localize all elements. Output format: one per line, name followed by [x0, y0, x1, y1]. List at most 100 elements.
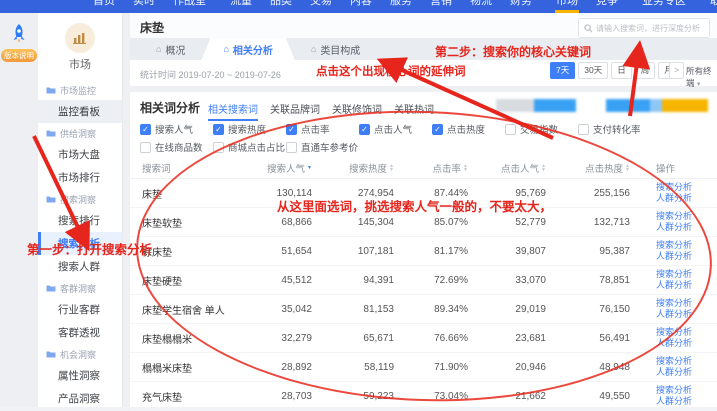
- col-search-popularity[interactable]: 搜索人气 ▼: [242, 161, 324, 175]
- filter-checkbox[interactable]: 商城点击占比: [213, 140, 286, 154]
- related-word-tab[interactable]: 关联品牌词: [270, 101, 320, 121]
- filter-checkbox[interactable]: 搜索热度: [213, 122, 286, 136]
- nav-item[interactable]: 物流: [461, 0, 501, 13]
- date-range-label: 日: [617, 65, 626, 75]
- nav-item[interactable]: 交易: [301, 0, 341, 13]
- crowd-analysis-link[interactable]: 人群分析: [656, 309, 705, 320]
- sidebar-entry[interactable]: 市场监控: [38, 80, 122, 100]
- search-analysis-link[interactable]: 搜索分析: [656, 269, 705, 280]
- search-popularity-cell: 32,279: [242, 333, 324, 344]
- nav-item[interactable]: 竞争: [587, 0, 627, 13]
- nav-item[interactable]: 市场: [547, 0, 587, 13]
- legend-segment: [650, 99, 662, 112]
- filter-checkbox[interactable]: 支付转化率: [578, 122, 651, 136]
- search-analysis-link[interactable]: 搜索分析: [656, 211, 705, 222]
- related-word-tab[interactable]: 关联热词: [394, 101, 434, 121]
- folder-icon: [46, 284, 56, 292]
- sort-icon: ▲▼: [625, 164, 630, 172]
- crowd-analysis-link[interactable]: 人群分析: [656, 222, 705, 233]
- crowd-analysis-link[interactable]: 人群分析: [656, 193, 705, 204]
- search-input[interactable]: 请输入搜索词，进行深度分析: [578, 18, 710, 38]
- related-word-tab-label: 关联品牌词: [270, 105, 320, 116]
- filter-checkbox[interactable]: 点击人气: [359, 122, 432, 136]
- nav-item[interactable]: 营销: [421, 0, 461, 13]
- sidebar-entry[interactable]: 市场排行: [38, 166, 122, 189]
- col-search-heat[interactable]: 搜索热度 ▲▼: [324, 161, 406, 175]
- nav-item-label: 服务: [390, 0, 412, 7]
- terminal-dropdown[interactable]: 所有终端 ▾: [686, 65, 717, 89]
- nav-item[interactable]: 业务专区: [633, 0, 695, 13]
- nav-item[interactable]: 取数: [701, 0, 717, 13]
- sidebar-entry-label: 机会洞察: [60, 348, 96, 361]
- sidebar-entry[interactable]: 机会洞察: [38, 344, 122, 364]
- checkbox-icon: [213, 142, 224, 153]
- search-analysis-link[interactable]: 搜索分析: [656, 356, 705, 367]
- crowd-analysis-link[interactable]: 人群分析: [656, 367, 705, 378]
- nav-item[interactable]: 服务: [381, 0, 421, 13]
- nav-item[interactable]: 流量: [221, 0, 261, 13]
- date-range-button[interactable]: 周: [635, 62, 656, 79]
- sidebar-entry[interactable]: 客群洞察: [38, 278, 122, 298]
- sidebar: 市场 市场监控 监控看板 供给洞察: [38, 13, 123, 407]
- nav-item[interactable]: 首页: [84, 0, 124, 13]
- crowd-analysis-link[interactable]: 人群分析: [656, 396, 705, 407]
- sidebar-entry[interactable]: 监控看板: [38, 100, 122, 123]
- nav-item[interactable]: 实时: [124, 0, 164, 13]
- search-analysis-link[interactable]: 搜索分析: [656, 327, 705, 338]
- search-analysis-link[interactable]: 搜索分析: [656, 298, 705, 309]
- actions-cell: 搜索分析 人群分析: [642, 240, 705, 262]
- crowd-analysis-link[interactable]: 人群分析: [656, 280, 705, 291]
- crowd-analysis-link[interactable]: 人群分析: [656, 338, 705, 349]
- related-word-tab[interactable]: 相关搜索词: [208, 101, 258, 121]
- click-popularity-cell: 23,681: [480, 333, 558, 344]
- nav-item-label: 品类: [270, 0, 292, 7]
- crowd-analysis-link[interactable]: 人群分析: [656, 251, 705, 262]
- search-analysis-link[interactable]: 搜索分析: [656, 182, 705, 193]
- market-module-icon[interactable]: [65, 23, 95, 53]
- sidebar-entry[interactable]: 市场大盘: [38, 143, 122, 166]
- click-popularity-cell: 21,662: [480, 391, 558, 402]
- filter-checkbox[interactable]: 直通车参考价: [286, 140, 359, 154]
- sidebar-entry[interactable]: 搜索洞察: [38, 189, 122, 209]
- filter-checkbox[interactable]: 在线商品数: [140, 140, 213, 154]
- rocket-icon[interactable]: [10, 23, 28, 45]
- filter-checkbox[interactable]: 点击热度: [432, 122, 505, 136]
- date-range-button[interactable]: 7天: [550, 62, 575, 79]
- related-word-tab[interactable]: 关联修饰词: [332, 101, 382, 121]
- click-rate-cell: 72.69%: [406, 275, 480, 286]
- date-range-button[interactable]: 日: [611, 62, 632, 79]
- sidebar-entry[interactable]: 行业客群: [38, 298, 122, 321]
- nav-item[interactable]: 作战室: [164, 0, 215, 13]
- col-click-heat[interactable]: 点击热度 ▲▼: [558, 161, 642, 175]
- nav-item[interactable]: 内容: [341, 0, 381, 13]
- filter-checkbox[interactable]: 点击率: [286, 122, 359, 136]
- sidebar-entry[interactable]: 搜索分析: [38, 232, 122, 255]
- filter-checkbox[interactable]: 搜索人气: [140, 122, 213, 136]
- sidebar-entry[interactable]: 搜索排行: [38, 209, 122, 232]
- click-popularity-cell: 39,807: [480, 246, 558, 257]
- filter-checkbox[interactable]: 交易指数: [505, 122, 578, 136]
- nav-item-label: 作战室: [173, 0, 206, 7]
- search-analysis-link[interactable]: 搜索分析: [656, 385, 705, 396]
- filter-label: 搜索热度: [228, 122, 266, 136]
- tab-related-analysis[interactable]: ⌂ 相关分析: [201, 38, 294, 60]
- version-badge[interactable]: 版本说明: [1, 49, 37, 62]
- tab-category-composition[interactable]: ⌂ 类目构成: [295, 38, 376, 60]
- tab-overview[interactable]: ⌂ 概况: [140, 38, 201, 60]
- click-rate-cell: 71.90%: [406, 362, 480, 373]
- col-click-popularity[interactable]: 点击人气 ▲▼: [480, 161, 558, 175]
- sidebar-entry[interactable]: 属性洞察: [38, 364, 122, 387]
- date-range-button[interactable]: 30天: [578, 62, 608, 79]
- folder-icon: [46, 86, 56, 94]
- left-rail: 版本说明: [0, 13, 38, 407]
- sidebar-entry[interactable]: 供给洞察: [38, 123, 122, 143]
- nav-item[interactable]: 财务: [501, 0, 541, 13]
- search-analysis-link[interactable]: 搜索分析: [656, 240, 705, 251]
- metric-filters-row1: 搜索人气 搜索热度 点击率 点击人气: [140, 122, 651, 136]
- chevron-right-icon[interactable]: >: [669, 62, 684, 79]
- sidebar-entry[interactable]: 搜索人群: [38, 255, 122, 278]
- tab-label: 类目构成: [320, 42, 360, 57]
- sidebar-entry[interactable]: 客群透视: [38, 321, 122, 344]
- nav-item[interactable]: 品类: [261, 0, 301, 13]
- col-click-rate[interactable]: 点击率 ▲▼: [406, 161, 480, 175]
